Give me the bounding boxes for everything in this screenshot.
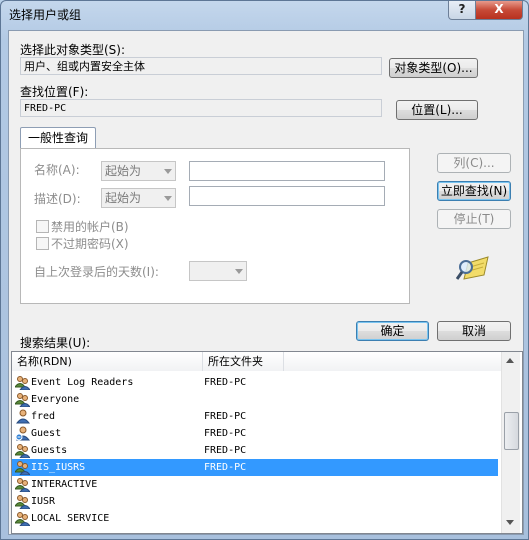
location-field: FRED-PC	[20, 99, 382, 117]
group-icon	[14, 375, 31, 391]
location-label: 查找位置(F):	[20, 85, 89, 99]
row-name: IIS_IUSRS	[31, 462, 86, 473]
description-input[interactable]	[189, 186, 385, 206]
disabled-accounts-checkbox[interactable]	[36, 220, 49, 233]
no-expire-password-label: 不过期密码(X)	[51, 237, 129, 251]
name-input[interactable]	[189, 161, 385, 181]
group-icon	[14, 392, 31, 408]
column-header-folder[interactable]: 所在文件夹	[203, 352, 284, 371]
stop-button[interactable]: 停止(T)	[437, 209, 511, 229]
table-row[interactable]: fred FRED-PC	[12, 408, 498, 425]
days-since-logon-label: 自上次登录后的天数(I):	[34, 265, 159, 279]
close-button[interactable]: X	[475, 1, 523, 20]
table-row[interactable]: LOCAL SERVICE	[12, 510, 498, 527]
table-row[interactable]: IUSR	[12, 493, 498, 510]
row-name: fred	[31, 411, 56, 422]
group-icon	[14, 511, 31, 527]
name-mode-value: 起始为	[105, 164, 142, 178]
chevron-down-icon	[235, 269, 243, 274]
description-mode-value: 起始为	[105, 191, 142, 205]
group-icon	[14, 494, 31, 510]
scroll-down-arrow-icon[interactable]	[506, 520, 514, 525]
no-expire-password-checkbox[interactable]	[36, 237, 49, 250]
table-row[interactable]: Guest FRED-PC	[12, 425, 498, 442]
row-folder: FRED-PC	[204, 377, 247, 388]
columns-button[interactable]: 列(C)...	[437, 153, 511, 173]
name-mode-select[interactable]: 起始为	[101, 161, 176, 181]
table-row[interactable]: Guests FRED-PC	[12, 442, 498, 459]
description-label: 描述(D):	[34, 192, 81, 206]
table-row[interactable]: IIS_IUSRS FRED-PC	[12, 459, 498, 476]
row-name: IUSR	[31, 496, 56, 507]
row-folder: FRED-PC	[204, 428, 247, 439]
vertical-scrollbar[interactable]	[501, 352, 520, 533]
row-name: LOCAL SERVICE	[31, 513, 110, 524]
row-folder: FRED-PC	[204, 445, 247, 456]
column-header-folder-label: 所在文件夹	[208, 355, 263, 368]
group-icon	[14, 477, 31, 493]
column-header-name[interactable]: 名称(RDN)	[12, 352, 203, 371]
column-header-filler	[284, 352, 501, 371]
chevron-down-icon	[164, 196, 172, 201]
object-type-label: 选择此对象类型(S):	[20, 43, 126, 57]
window-title: 选择用户或组	[9, 8, 82, 22]
search-magnifier-icon	[456, 256, 489, 280]
row-name: Guests	[31, 445, 68, 456]
chevron-down-icon	[164, 169, 172, 174]
table-row[interactable]: Event Log Readers FRED-PC	[12, 374, 498, 391]
description-mode-select[interactable]: 起始为	[101, 188, 176, 208]
cancel-button[interactable]: 取消	[437, 321, 511, 341]
disabled-accounts-label: 禁用的帐户(B)	[51, 220, 129, 234]
object-type-field: 用户、组或内置安全主体	[20, 57, 382, 75]
scroll-up-arrow-icon[interactable]	[506, 358, 514, 363]
help-button[interactable]: ?	[448, 1, 476, 20]
ok-button[interactable]: 确定	[356, 321, 429, 341]
object-types-button[interactable]: 对象类型(O)...	[389, 58, 478, 78]
user-disabled-icon	[15, 426, 31, 441]
row-name: Everyone	[31, 394, 80, 405]
search-results-list[interactable]: 名称(RDN) 所在文件夹 Event Log Readers FRED-PC Ev…	[11, 351, 523, 534]
dialog-body: 选择此对象类型(S): 用户、组或内置安全主体 对象类型(O)... 查找位置(…	[8, 30, 524, 535]
scroll-thumb[interactable]	[504, 412, 519, 450]
user-icon	[15, 409, 31, 424]
dialog-window: 选择用户或组 ? X 选择此对象类型(S): 用户、组或内置安全主体 对象类型(…	[0, 0, 529, 540]
tab-general-query[interactable]: 一般性查询	[20, 127, 96, 149]
find-now-button[interactable]: 立即查找(N)	[437, 181, 511, 201]
days-since-logon-select[interactable]	[189, 261, 247, 281]
group-icon	[14, 460, 31, 476]
table-row[interactable]: Everyone	[12, 391, 498, 408]
row-folder: FRED-PC	[204, 411, 247, 422]
column-header-name-label: 名称(RDN)	[17, 355, 72, 368]
row-name: Guest	[31, 428, 62, 439]
table-row[interactable]: INTERACTIVE	[12, 476, 498, 493]
title-bar[interactable]: 选择用户或组 ? X	[1, 1, 528, 27]
group-icon	[14, 443, 31, 459]
locations-button[interactable]: 位置(L)...	[396, 100, 478, 120]
name-label: 名称(A):	[34, 163, 80, 177]
row-name: Event Log Readers	[31, 377, 134, 388]
row-folder: FRED-PC	[204, 462, 247, 473]
search-results-label: 搜索结果(U):	[20, 336, 91, 350]
row-name: INTERACTIVE	[31, 479, 98, 490]
